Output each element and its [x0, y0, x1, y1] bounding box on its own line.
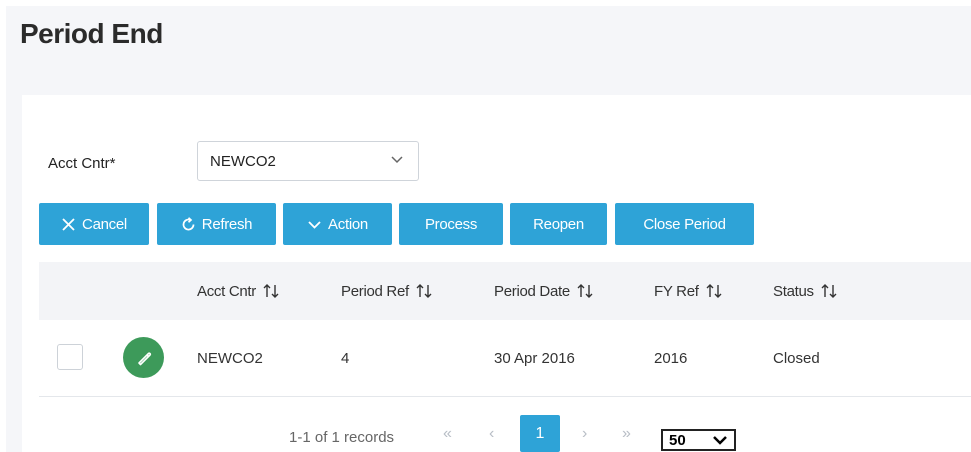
- cell-period-ref: 4: [341, 350, 350, 367]
- reopen-label: Reopen: [533, 215, 584, 233]
- action-button[interactable]: Action: [283, 203, 392, 245]
- cell-status: Closed: [773, 350, 820, 367]
- page-size-value: 50: [669, 431, 686, 449]
- chevron-down-icon: [391, 156, 403, 164]
- reopen-button[interactable]: Reopen: [510, 203, 607, 245]
- sort-icon: [577, 284, 593, 298]
- table-header: Acct Cntr Period Ref Period Date FY Ref …: [39, 262, 971, 320]
- sort-icon: [263, 284, 279, 298]
- cancel-label: Cancel: [82, 215, 127, 233]
- refresh-button[interactable]: Refresh: [157, 203, 276, 245]
- column-header-fy-ref[interactable]: FY Ref: [654, 262, 723, 320]
- cell-period-date: 30 Apr 2016: [494, 350, 575, 367]
- chevron-down-icon: [308, 220, 321, 229]
- cancel-button[interactable]: Cancel: [39, 203, 149, 245]
- close-period-label: Close Period: [643, 215, 726, 233]
- last-page-button[interactable]: »: [622, 425, 631, 443]
- close-icon: [62, 217, 75, 231]
- column-header-acct-cntr[interactable]: Acct Cntr: [197, 262, 280, 320]
- sort-icon: [821, 284, 837, 298]
- pagination: 1-1 of 1 records « ‹ 1 › » 50: [0, 415, 971, 452]
- column-header-period-ref[interactable]: Period Ref: [341, 262, 433, 320]
- acct-cntr-value: NEWCO2: [210, 152, 276, 170]
- sort-icon: [416, 284, 432, 298]
- action-label: Action: [328, 215, 368, 233]
- row-checkbox[interactable]: [57, 344, 83, 370]
- acct-cntr-label: Acct Cntr*: [48, 155, 116, 172]
- page-1-button[interactable]: 1: [520, 415, 560, 452]
- cell-fy-ref: 2016: [654, 350, 688, 367]
- page-title: Period End: [20, 18, 163, 49]
- first-page-button[interactable]: «: [443, 425, 452, 443]
- chevron-down-icon: [713, 436, 727, 445]
- refresh-icon: [182, 216, 195, 230]
- acct-cntr-select[interactable]: NEWCO2: [197, 141, 419, 181]
- records-count: 1-1 of 1 records: [289, 429, 395, 446]
- process-button[interactable]: Process: [399, 203, 503, 245]
- sort-icon: [706, 284, 722, 298]
- refresh-label: Refresh: [201, 215, 253, 233]
- table-row: NEWCO2 4 30 Apr 2016 2016 Closed: [39, 320, 971, 397]
- process-label: Process: [424, 215, 478, 233]
- pencil-icon: [137, 351, 151, 365]
- page-size-select[interactable]: 50: [661, 429, 736, 451]
- next-page-button[interactable]: ›: [582, 425, 587, 443]
- close-period-button[interactable]: Close Period: [615, 203, 754, 245]
- column-header-period-date[interactable]: Period Date: [494, 262, 594, 320]
- cell-acct-cntr: NEWCO2: [197, 350, 263, 367]
- column-header-status[interactable]: Status: [773, 262, 838, 320]
- prev-page-button[interactable]: ‹: [489, 425, 494, 443]
- edit-button[interactable]: [123, 337, 164, 378]
